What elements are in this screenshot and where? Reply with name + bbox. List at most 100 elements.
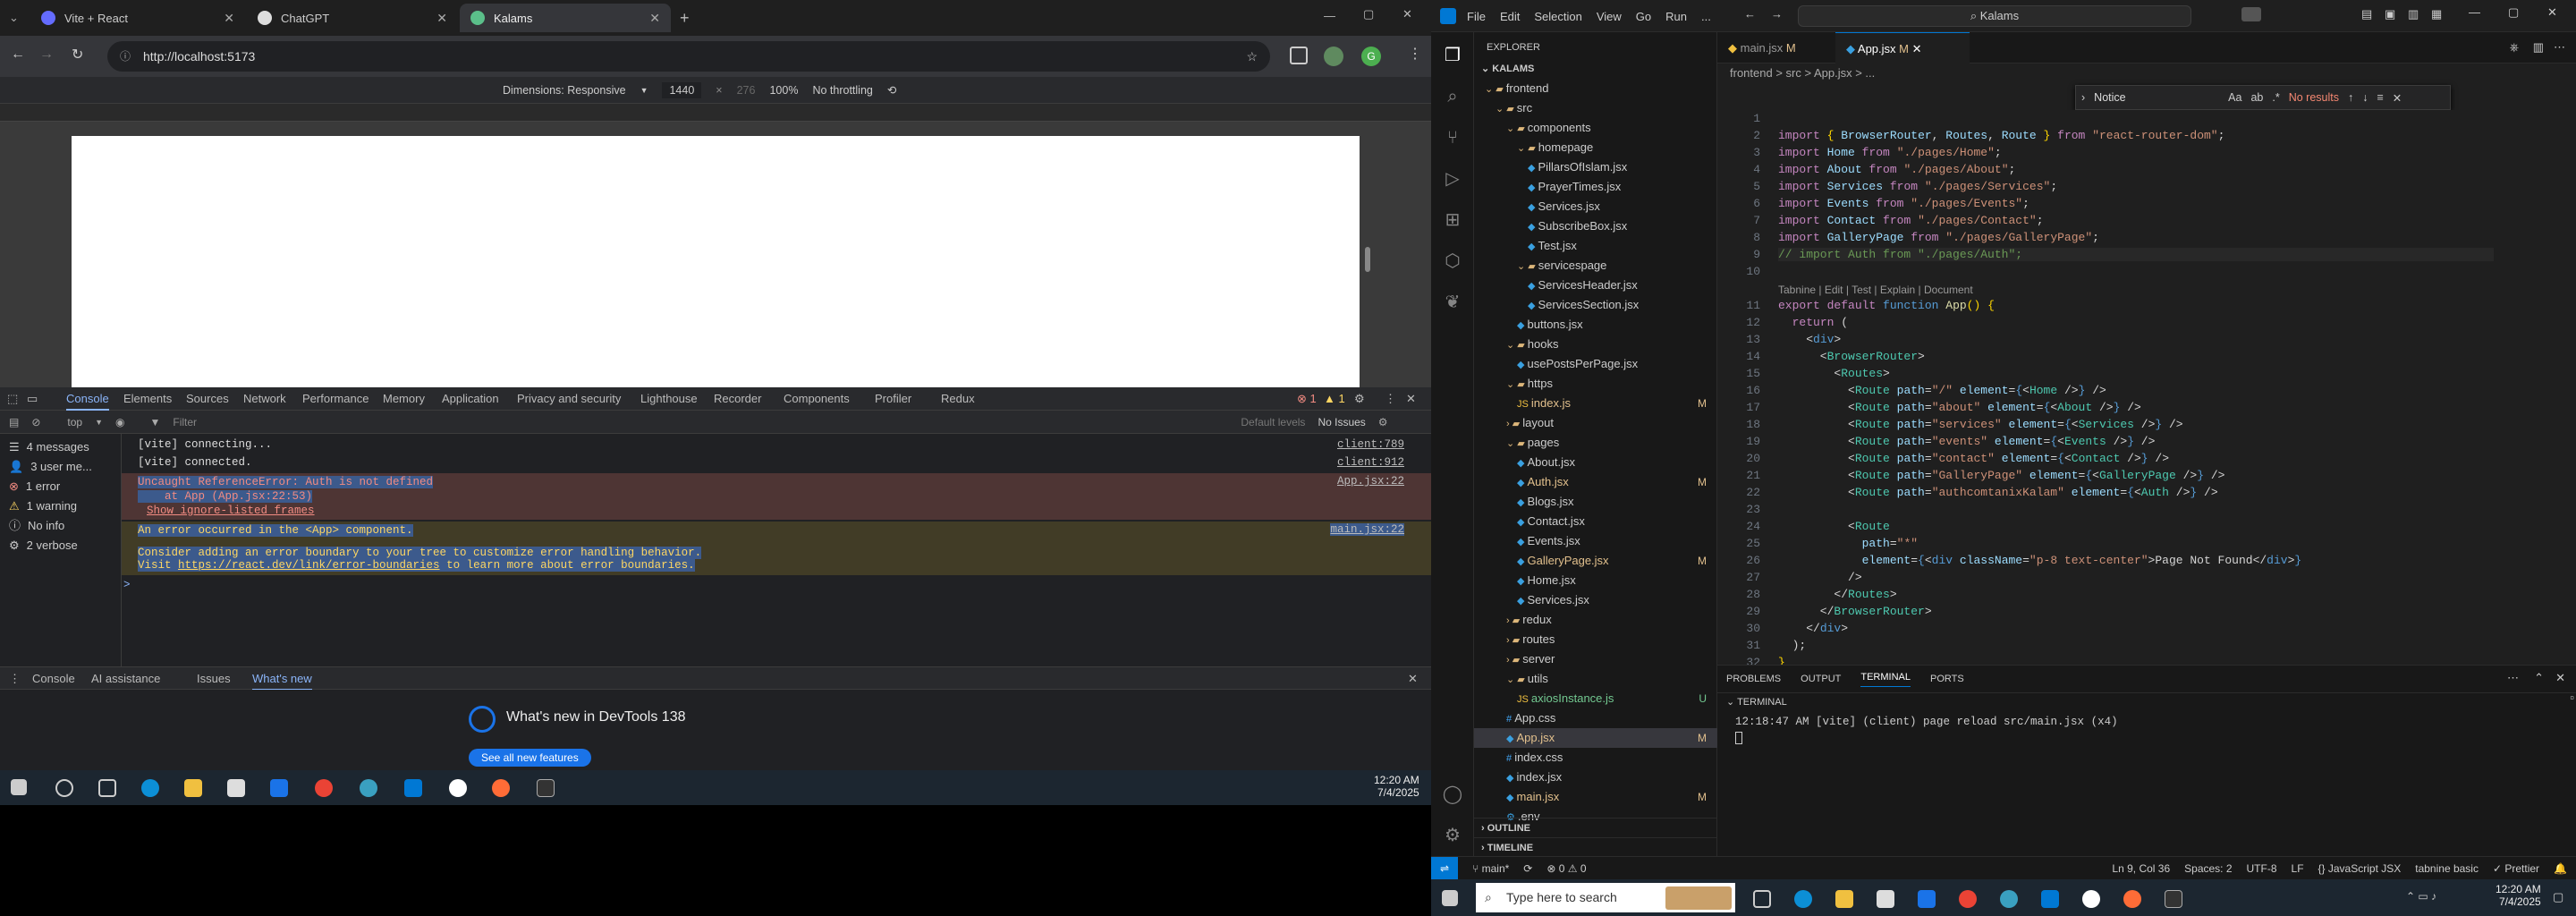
tree-item[interactable]: ◆ Home.jsx (1474, 571, 1717, 590)
settings-gear-icon[interactable]: ⚙ (1354, 387, 1365, 411)
code-line[interactable]: element={<div className="p-8 text-center… (1778, 554, 2302, 567)
minimize-icon[interactable]: — (1324, 9, 1335, 22)
tab-kalams[interactable]: Kalams ✕ (460, 4, 671, 32)
account-avatar[interactable]: G (1361, 47, 1381, 66)
taskbar-search-box[interactable]: ⌕ Type here to search (1476, 883, 1735, 912)
chatgpt-icon[interactable] (2082, 890, 2100, 908)
code-line[interactable]: <div> (1778, 333, 1841, 346)
devtools-close-icon[interactable]: ✕ (1406, 387, 1416, 411)
sidebar-item-user-messages[interactable]: 👤 3 user me... (9, 457, 92, 477)
tree-item[interactable]: ◆ Services.jsx (1474, 197, 1717, 216)
code-line[interactable]: return ( (1778, 316, 1848, 329)
panel-tab-problems[interactable]: PROBLEMS (1726, 674, 1781, 684)
menu-more[interactable]: ... (1701, 10, 1711, 23)
tree-item[interactable]: ◆ App.jsx M (1474, 728, 1717, 748)
notifications-bell-icon[interactable]: 🔔 (2554, 862, 2567, 875)
system-tray-icons[interactable]: ⌃ ▭ ♪ (2406, 890, 2436, 903)
prettier-status[interactable]: ✓ Prettier (2493, 862, 2539, 875)
tab-app-jsx[interactable]: ◆ App.jsx M ✕ (1835, 32, 1970, 64)
tree-item[interactable]: ◆ Events.jsx (1474, 531, 1717, 551)
mongodb-leaf-icon[interactable]: ❦ (1442, 292, 1463, 313)
tree-item[interactable]: ⌄ ▰ src (1474, 98, 1717, 118)
code-line[interactable]: </BrowserRouter> (1778, 605, 1932, 618)
git-branch[interactable]: ⑂ main* (1472, 862, 1509, 875)
store-icon[interactable] (227, 779, 245, 797)
tab-redux[interactable]: Redux (941, 387, 975, 411)
tab-application[interactable]: Application (442, 387, 499, 411)
sidebar-toggle-icon[interactable]: ▤ (9, 416, 19, 428)
tree-item[interactable]: ◆ Blogs.jsx (1474, 492, 1717, 512)
chatgpt-icon[interactable] (449, 779, 467, 797)
tab-lighthouse[interactable]: Lighthouse (640, 387, 698, 411)
throttle-select[interactable]: No throttling (812, 84, 872, 97)
code-line[interactable]: <Route path="services" element={<Service… (1778, 418, 2183, 431)
filter-input[interactable]: Filter (173, 416, 1228, 428)
tree-item[interactable]: ◆ ServicesHeader.jsx (1474, 276, 1717, 295)
console-settings-icon[interactable]: ⚙ (1378, 416, 1388, 428)
toggle-sidebar-icon[interactable]: ▤ (2361, 7, 2372, 21)
tree-item[interactable]: ◆ PrayerTimes.jsx (1474, 177, 1717, 197)
workspace-root[interactable]: ⌄ KALAMS (1474, 59, 1717, 79)
clear-console-icon[interactable]: ⊘ (31, 416, 40, 428)
tree-item[interactable]: › ▰ redux (1474, 610, 1717, 630)
show-ignored-frames-link[interactable]: Show ignore-listed frames (122, 504, 1431, 518)
code-line[interactable]: import Contact from "./pages/Contact"; (1778, 214, 2044, 227)
close-icon[interactable]: ✕ (1912, 42, 1922, 55)
tab-network[interactable]: Network (243, 387, 286, 411)
code-line[interactable]: <Routes> (1778, 367, 1889, 380)
bookmark-star-icon[interactable]: ☆ (1246, 41, 1258, 72)
source-control-icon[interactable]: ⑂ (1442, 127, 1463, 148)
extensions-icon[interactable]: ⊞ (1442, 209, 1463, 231)
devtools-menu-icon[interactable]: ⋮ (1385, 387, 1396, 411)
tab-performance[interactable]: Performance (302, 387, 369, 411)
breadcrumb[interactable]: frontend > src > App.jsx > ... (1717, 64, 2576, 83)
dimensions-select[interactable]: Dimensions: Responsive (503, 84, 626, 97)
drawer-menu-icon[interactable]: ⋮ (9, 667, 21, 691)
search-icon[interactable] (55, 779, 73, 797)
encoding[interactable]: UTF-8 (2247, 862, 2277, 875)
nav-forward-icon[interactable]: → (1771, 7, 1783, 21)
site-info-icon[interactable]: ⓘ (120, 41, 131, 72)
tree-item[interactable]: ◆ Auth.jsx M (1474, 472, 1717, 492)
panel-more-icon[interactable]: ⋯ (2507, 671, 2519, 685)
task-view-icon[interactable] (1753, 890, 1771, 908)
source-link[interactable]: client:912 (1337, 454, 1404, 471)
toggle-secondary-icon[interactable]: ▥ (2408, 7, 2419, 21)
tree-item[interactable]: ◆ usePostsPerPage.jsx (1474, 354, 1717, 374)
tab-main-jsx[interactable]: ◆ main.jsx M (1717, 32, 1834, 64)
tree-item[interactable]: ◆ index.jsx (1474, 768, 1717, 787)
copilot-icon[interactable] (2241, 7, 2261, 21)
error-boundaries-link[interactable]: https://react.dev/link/error-boundaries (178, 559, 440, 572)
source-link[interactable]: App.jsx:22 (1337, 475, 1404, 488)
tab-search-icon[interactable]: ⌄ (9, 11, 19, 25)
panel-tab-ports[interactable]: PORTS (1930, 674, 1964, 684)
menu-file[interactable]: File (1467, 10, 1486, 23)
store-icon[interactable] (1877, 890, 1894, 908)
terminal-icon[interactable] (537, 779, 555, 797)
code-line[interactable]: import Events from "./pages/Events"; (1778, 197, 2029, 210)
panel-tab-output[interactable]: OUTPUT (1801, 674, 1841, 684)
outline-section[interactable]: › OUTLINE (1474, 818, 1717, 837)
extension-icon[interactable] (1290, 47, 1308, 64)
rotate-icon[interactable]: ⟲ (887, 83, 896, 97)
tree-item[interactable]: ⌄ ▰ homepage (1474, 138, 1717, 157)
source-link[interactable]: main.jsx:22 (1330, 523, 1404, 536)
windows-start-icon[interactable] (1442, 890, 1458, 906)
vscode-icon[interactable] (2041, 890, 2059, 908)
problems-count[interactable]: ⊗ 0 ⚠ 0 (1546, 862, 1586, 875)
tab-elements[interactable]: Elements (123, 387, 172, 411)
manage-gear-icon[interactable]: ⚙ (1442, 825, 1463, 846)
profile-avatar[interactable] (1324, 47, 1343, 66)
tree-item[interactable]: ⌄ ▰ components (1474, 118, 1717, 138)
tree-item[interactable]: JS index.js M (1474, 394, 1717, 413)
tab-chatgpt[interactable]: ChatGPT ✕ (247, 4, 458, 32)
page-viewport[interactable] (72, 136, 1360, 387)
code-editor[interactable]: 1 2 import { BrowserRouter, Routes, Route … (1717, 110, 2576, 669)
code-line[interactable]: <BrowserRouter> (1778, 350, 1925, 363)
code-line[interactable]: <Route path="/" element={<Home />} /> (1778, 384, 2106, 397)
tree-item[interactable]: ⌄ ▰ frontend (1474, 79, 1717, 98)
code-line[interactable]: <Route (1778, 520, 1890, 533)
task-view-icon[interactable] (98, 779, 116, 797)
find-close-icon[interactable]: ✕ (2393, 91, 2402, 105)
edge-icon[interactable] (141, 779, 159, 797)
